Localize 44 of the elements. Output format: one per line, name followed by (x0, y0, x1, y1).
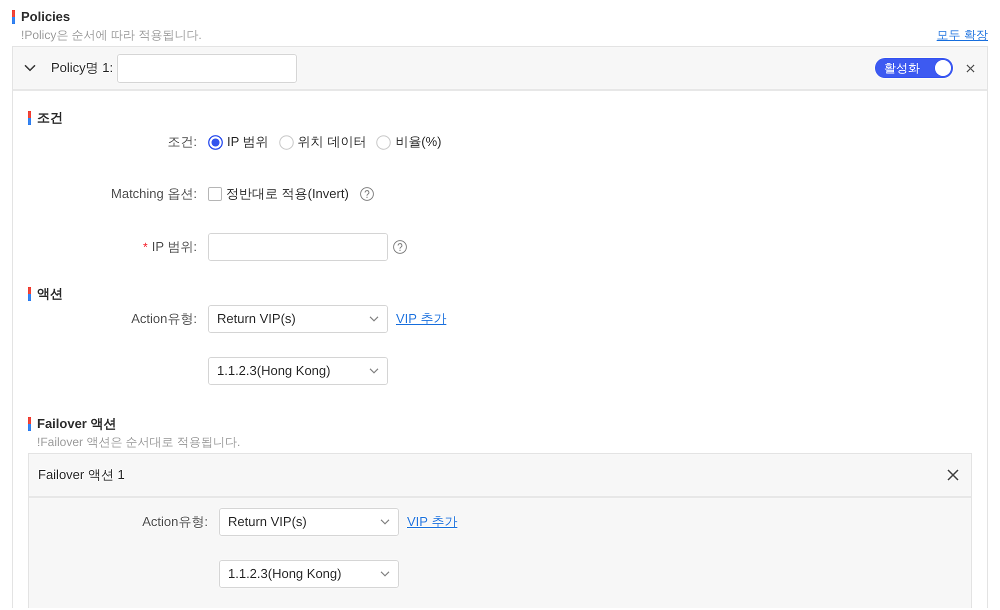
help-icon[interactable] (360, 187, 374, 201)
field-label: 조건: (167, 133, 197, 151)
radio-button[interactable] (208, 134, 223, 150)
required-mark: * (143, 240, 148, 254)
section-title: 액션 (37, 285, 63, 303)
field-label: IP 범위: (152, 238, 197, 256)
expand-all-link[interactable]: 모두 확장 (936, 26, 988, 44)
checkbox-label[interactable]: 정반대로 적용(Invert) (226, 184, 349, 204)
dropdown[interactable]: 1.1.2.3(Hong Kong) (219, 560, 399, 588)
add-vip-link[interactable]: VIP 추가 (396, 309, 446, 329)
dropdown[interactable]: 1.1.2.3(Hong Kong) (208, 357, 388, 385)
section-title: Failover 액션 (37, 415, 116, 433)
caret-icon (369, 316, 379, 322)
field-label: Action유형: (131, 310, 197, 328)
caret-icon (380, 571, 390, 577)
accent-bar-icon (12, 10, 15, 24)
note-text: !Policy은 순서에 따라 적용됩니다. (20, 27, 202, 44)
field-label: Policy명 1: (51, 59, 114, 78)
accent-bar-icon (28, 111, 31, 125)
dropdown[interactable]: Return VIP(s) (219, 508, 399, 536)
radio-label[interactable]: 위치 데이터 (298, 132, 366, 152)
checkbox[interactable] (208, 187, 222, 201)
caret-icon (369, 368, 379, 374)
add-vip-link[interactable]: VIP 추가 (407, 512, 458, 532)
section-title: Policies (21, 8, 70, 26)
input-field[interactable] (117, 54, 298, 82)
input-field[interactable] (208, 233, 388, 261)
chevron-icon[interactable] (24, 64, 36, 72)
close-icon[interactable] (966, 64, 975, 72)
section-title: 조건 (37, 109, 63, 127)
accent-bar-icon (28, 287, 31, 301)
close-icon[interactable] (947, 469, 959, 481)
dropdown[interactable]: Return VIP(s) (208, 305, 388, 333)
accent-bar-icon (28, 417, 31, 431)
radio-label[interactable]: 비율(%) (395, 132, 442, 152)
field-label: Action유형: (142, 513, 208, 531)
field-label: Matching 옵션: (111, 185, 197, 203)
radio-label[interactable]: IP 범위 (227, 132, 269, 152)
note-text: !Failover 액션은 순서대로 적용됩니다. (36, 434, 240, 451)
card-title: Failover 액션 1 (38, 466, 125, 484)
caret-icon (380, 519, 390, 525)
knob-icon (935, 60, 951, 76)
help-icon[interactable] (393, 240, 407, 254)
toggle-switch[interactable]: 활성화 (875, 58, 953, 78)
